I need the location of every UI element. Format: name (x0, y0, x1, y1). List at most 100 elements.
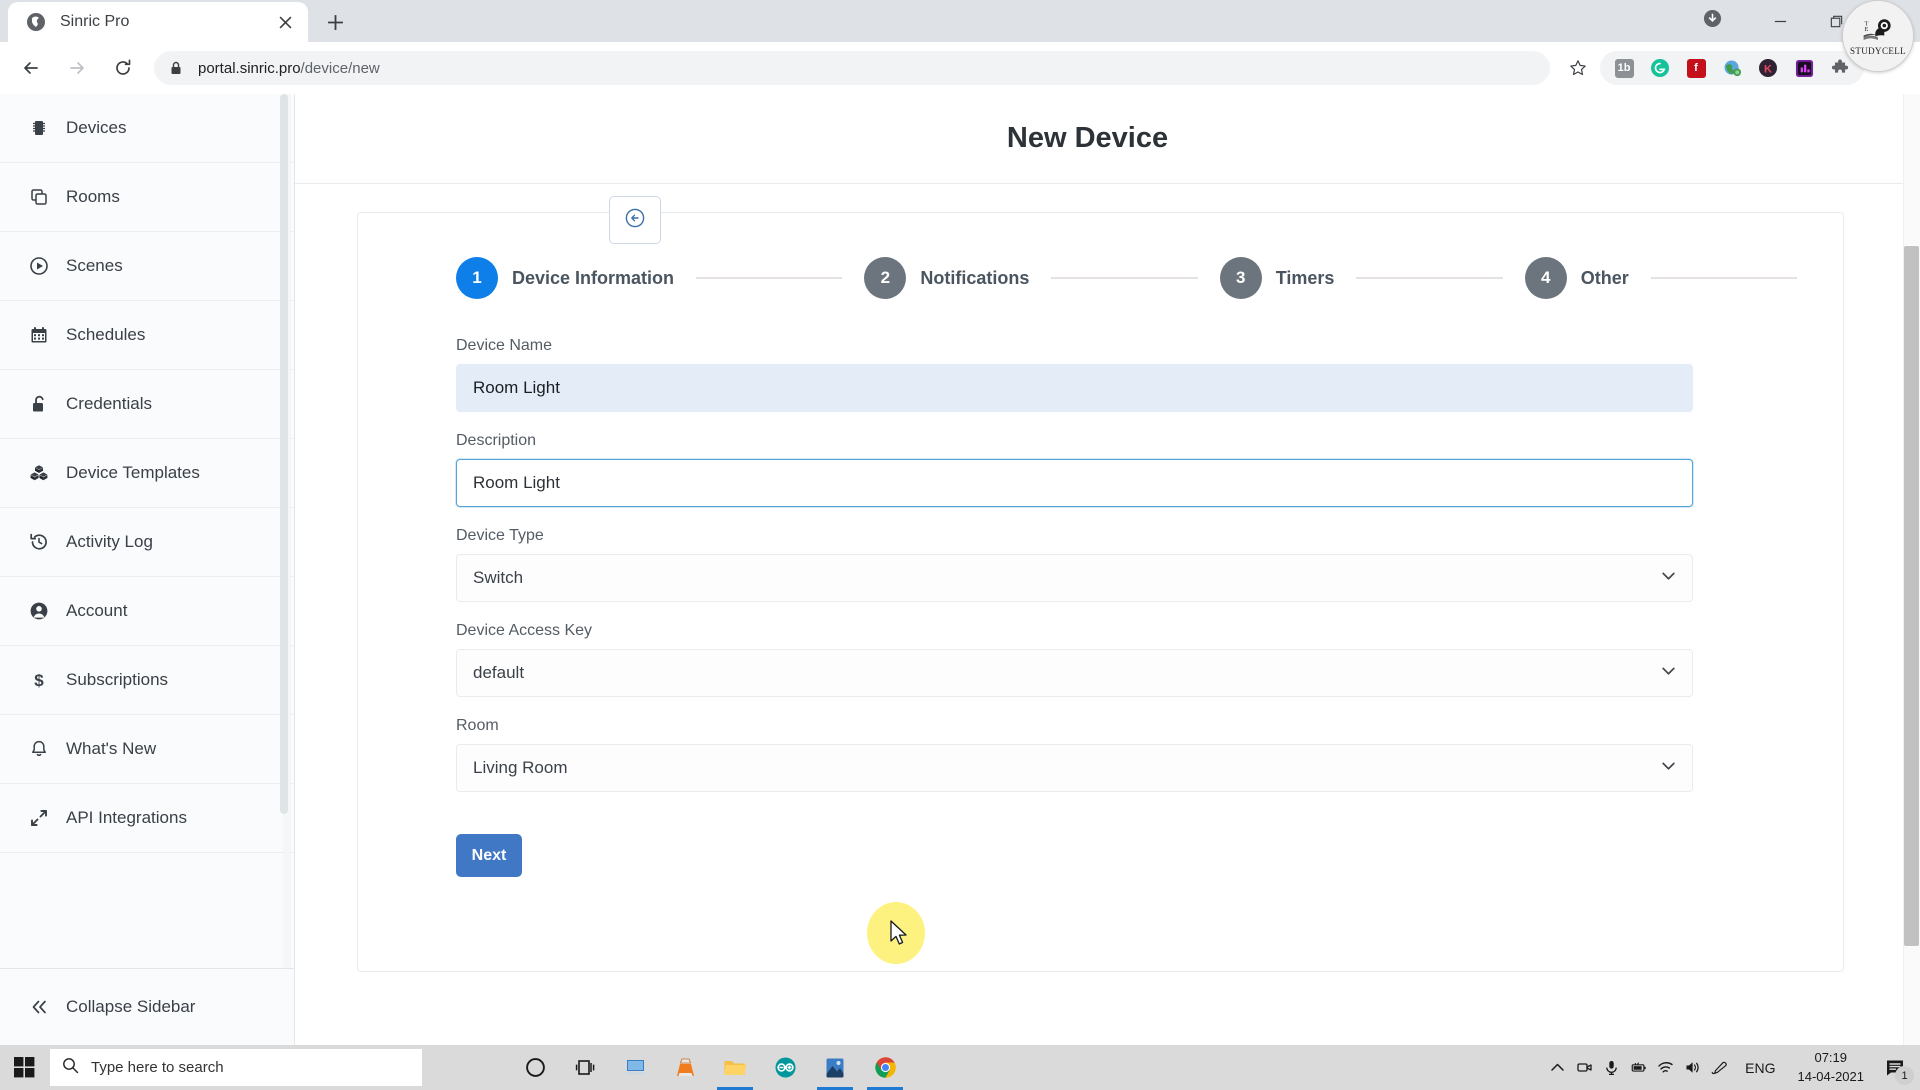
grammarly-extension-icon[interactable] (1645, 53, 1675, 83)
wizard-step-2[interactable]: 2 Notifications (864, 257, 1029, 299)
wifi-icon[interactable] (1652, 1045, 1679, 1090)
tab-title: Sinric Pro (60, 13, 272, 31)
studycell-label: STUDYCELL (1850, 46, 1906, 56)
language-indicator[interactable]: ENG (1733, 1060, 1787, 1076)
collapse-sidebar-button[interactable]: Collapse Sidebar (0, 969, 294, 1045)
device-name-input[interactable]: Room Light (456, 364, 1693, 412)
sidebar-item-whats-new[interactable]: What's New (0, 715, 294, 784)
reload-icon[interactable] (103, 48, 143, 88)
chevron-double-left-icon (22, 997, 56, 1017)
volume-icon[interactable] (1679, 1045, 1706, 1090)
file-explorer-icon[interactable] (710, 1045, 760, 1090)
play-circle-icon (22, 256, 56, 276)
close-icon[interactable] (272, 9, 298, 35)
sidebar-item-label: Subscriptions (66, 670, 168, 690)
field-device-access-key: Device Access Key default (456, 622, 1693, 697)
notification-center-button[interactable]: 1 (1874, 1045, 1916, 1090)
url-host: portal.sinric.pro (198, 60, 301, 77)
lock-open-icon (22, 394, 56, 414)
sidebar-item-activity-log[interactable]: Activity Log (0, 508, 294, 577)
sidebar-item-label: Device Templates (66, 463, 200, 483)
battery-charging-icon[interactable] (1625, 1045, 1652, 1090)
field-device-type: Device Type Switch (456, 527, 1693, 602)
forward-nav-icon (57, 48, 97, 88)
task-view-icon[interactable] (560, 1045, 610, 1090)
page-viewport: Devices Rooms Scenes Schedules Credentia (0, 94, 1920, 1045)
chart-extension-icon[interactable] (1789, 53, 1819, 83)
pen-icon[interactable] (1706, 1045, 1733, 1090)
taskbar-apps (510, 1045, 910, 1090)
sidebar-item-account[interactable]: Account (0, 577, 294, 646)
sidebar-item-label: Credentials (66, 394, 152, 414)
step-label: Timers (1276, 268, 1335, 289)
sidebar-item-scenes[interactable]: Scenes (0, 232, 294, 301)
cortana-icon[interactable] (510, 1045, 560, 1090)
browser-tab-sinric-pro[interactable]: Sinric Pro (8, 2, 308, 42)
windows-logo-icon[interactable] (0, 1045, 48, 1090)
bookmark-star-icon[interactable] (1560, 50, 1596, 86)
sidebar-item-schedules[interactable]: Schedules (0, 301, 294, 370)
flash-badge: f (1687, 59, 1706, 78)
device-type-select[interactable]: Switch (456, 554, 1693, 602)
chrome-icon[interactable] (860, 1045, 910, 1090)
page-scrollbar-track[interactable] (1903, 94, 1920, 1045)
cubes-icon (22, 463, 56, 483)
step-number: 3 (1220, 257, 1262, 299)
sidebar-item-device-templates[interactable]: Device Templates (0, 439, 294, 508)
sidebar-scrollbar-track[interactable] (283, 94, 291, 968)
show-hidden-icons-icon[interactable] (1544, 1045, 1571, 1090)
device-type-value: Switch (473, 568, 523, 588)
flash-extension-icon[interactable]: f (1681, 53, 1711, 83)
download-icon[interactable] (1703, 9, 1722, 33)
calendar-icon (22, 325, 56, 345)
sidebar-item-devices[interactable]: Devices (0, 94, 294, 163)
onetab-extension-icon[interactable]: 1b (1609, 53, 1639, 83)
taskbar-search-input[interactable]: Type here to search (50, 1049, 422, 1086)
sidebar-item-subscriptions[interactable]: $ Subscriptions (0, 646, 294, 715)
vlc-icon[interactable] (660, 1045, 710, 1090)
chip-icon (22, 118, 56, 138)
kaspersky-extension-icon[interactable]: K (1753, 53, 1783, 83)
new-tab-button[interactable] (318, 5, 352, 39)
step-number: 4 (1525, 257, 1567, 299)
sidebar-item-credentials[interactable]: Credentials (0, 370, 294, 439)
clock-date: 14-04-2021 (1798, 1068, 1865, 1087)
clock[interactable]: 07:19 14-04-2021 (1788, 1049, 1875, 1087)
step-connector (696, 277, 842, 279)
wizard-step-1[interactable]: 1 Device Information (456, 257, 674, 299)
chevron-down-icon (1661, 663, 1676, 683)
next-button[interactable]: Next (456, 834, 522, 877)
room-select[interactable]: Living Room (456, 744, 1693, 792)
device-access-key-value: default (473, 663, 524, 683)
field-description: Description Room Light (456, 432, 1693, 507)
room-value: Living Room (473, 758, 568, 778)
sidebar-item-label: API Integrations (66, 808, 187, 828)
device-access-key-select[interactable]: default (456, 649, 1693, 697)
wizard-step-4[interactable]: 4 Other (1525, 257, 1629, 299)
microphone-icon[interactable] (1598, 1045, 1625, 1090)
globe-extension-icon[interactable] (1717, 53, 1747, 83)
address-bar[interactable]: portal.sinric.pro/device/new (154, 51, 1550, 85)
page-scrollbar-thumb[interactable] (1904, 246, 1919, 946)
photos-icon[interactable] (810, 1045, 860, 1090)
camera-icon[interactable] (1571, 1045, 1598, 1090)
back-button[interactable] (609, 196, 661, 244)
sidebar-item-rooms[interactable]: Rooms (0, 163, 294, 232)
minimize-icon[interactable] (1752, 0, 1808, 42)
back-nav-icon[interactable] (11, 48, 51, 88)
sidebar-scrollbar-thumb[interactable] (280, 94, 288, 814)
step-label: Notifications (920, 268, 1029, 289)
field-room: Room Living Room (456, 717, 1693, 792)
this-pc-icon[interactable] (610, 1045, 660, 1090)
arduino-ide-icon[interactable] (760, 1045, 810, 1090)
room-label: Room (456, 717, 1693, 735)
sidebar-item-label: Devices (66, 118, 126, 138)
step-label: Device Information (512, 268, 674, 289)
system-tray: ENG 07:19 14-04-2021 1 (1544, 1045, 1920, 1090)
sidebar-item-label: Schedules (66, 325, 145, 345)
search-icon (62, 1057, 79, 1079)
sidebar-item-api-integrations[interactable]: API Integrations (0, 784, 294, 853)
description-input[interactable]: Room Light (456, 459, 1693, 507)
browser-window: Sinric Pro (0, 0, 1920, 1045)
wizard-step-3[interactable]: 3 Timers (1220, 257, 1335, 299)
